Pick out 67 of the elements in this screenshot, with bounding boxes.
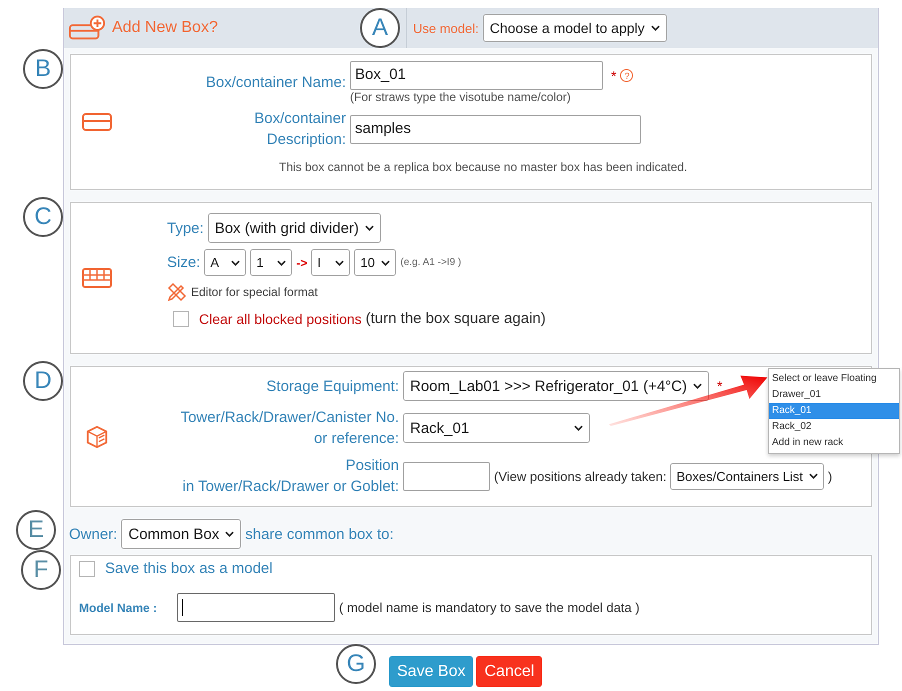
field-label: Size: [167,254,200,271]
share-label: share common box to: [245,526,394,542]
clear-label: Clear all blocked positions [199,310,362,326]
field-label: Storage Equipment: [265,378,399,394]
chevron-icon [574,425,583,431]
description-field[interactable]: samples [350,114,641,144]
field-label: Type: [167,220,204,236]
position-field[interactable] [403,462,490,490]
save-model-label: Save this box as a model [105,560,273,577]
chevron-icon [650,25,660,31]
range-arrow: -> [296,256,308,270]
owner-select[interactable]: Common Box [121,519,242,549]
clear-note: (turn the box square again) [366,310,546,327]
required-mark: * [611,68,616,84]
size-select[interactable]: A [204,249,246,276]
chevron-icon [808,473,818,479]
marker: C [23,197,63,237]
editor-link[interactable]: Editor for special format [191,285,318,299]
chevron-icon [277,260,286,266]
box-add-icon [68,15,106,41]
save-model-checkbox[interactable] [79,560,95,576]
close-paren: ) [828,468,832,484]
chevron-icon [225,531,234,537]
size-select[interactable]: 10 [354,249,396,276]
rack-select[interactable]: Rack_01 [403,413,590,443]
chevron-icon [693,383,702,389]
model-name-field[interactable] [177,593,335,622]
marker: G [336,644,376,684]
dropdown-option[interactable]: Rack_02 [769,419,899,435]
chevron-icon [381,260,390,266]
model-name-label: Model Name : [79,600,158,614]
dropdown-option[interactable]: Select or leave Floating [769,371,899,387]
form-title: Add New Box? [112,19,218,37]
cancel-button[interactable]: Cancel [476,656,542,687]
field-label: Box/container Name: [204,74,346,91]
model-name-note: ( model name is mandatory to save the model data ) [339,600,640,615]
clear-checkbox[interactable] [173,310,189,326]
field-label: Position in Tower/Rack/Drawer or Goblet: [182,456,399,497]
chevron-icon [335,260,344,266]
marker: F [21,550,61,590]
use-model-label: Use model: [413,20,479,36]
marker: D [23,361,63,401]
chevron-icon [231,260,240,266]
name-field[interactable]: Box_01 [350,61,603,90]
equipment-select[interactable]: Room_Lab01 >>> Refrigerator_01 (+4°C) [403,371,709,401]
dropdown-option[interactable]: Drawer_01 [769,387,899,403]
model-select[interactable]: Choose a model to apply [482,14,667,42]
size-select[interactable]: I [311,249,350,276]
grid-box-icon [82,266,112,290]
owner-label: Owner: [69,526,118,542]
size-example: (e.g. A1 ->I9 ) [400,257,462,268]
chevron-icon [364,225,374,231]
marker: A [360,8,400,48]
field-label: Box/container Description: [253,109,346,150]
position-note: (View positions already taken: [494,468,666,484]
size-select[interactable]: 1 [250,249,292,276]
type-select[interactable]: Box (with grid divider) [208,213,381,243]
required-mark: * [717,378,722,394]
pencil-ruler-icon [167,282,187,302]
dropdown-option[interactable]: Add in new rack [769,435,899,451]
hint-text: (For straws type the visotube name/color) [350,90,572,104]
field-label: Tower/Rack/Drawer/Canister No. or reference: [180,408,399,449]
replica-note: This box cannot be a replica box because no master box has been indicated. [279,160,688,174]
box-icon [82,110,112,134]
marker: B [23,49,63,89]
positions-list-select[interactable]: Boxes/Containers List [670,462,824,490]
marker: E [16,510,56,550]
